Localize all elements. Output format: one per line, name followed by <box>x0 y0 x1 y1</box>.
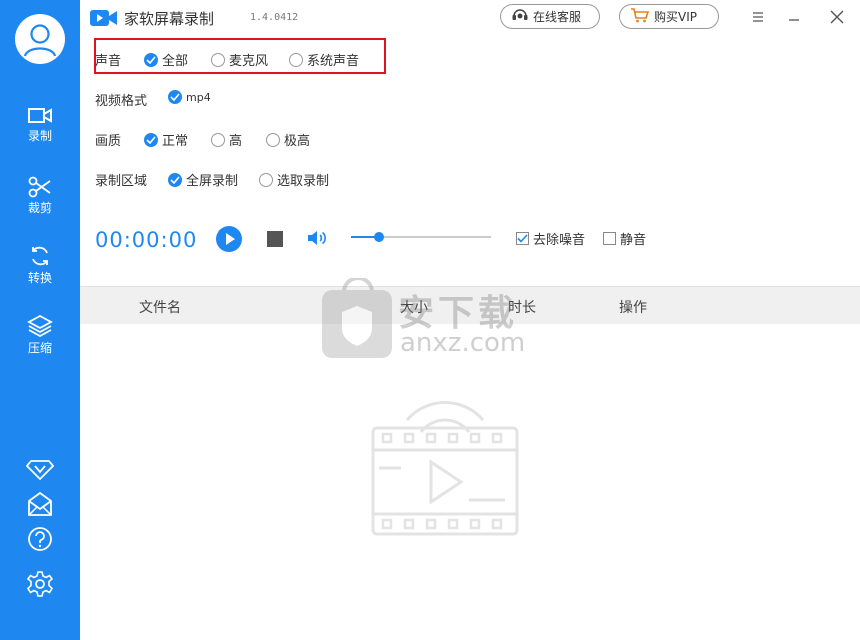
quality-label: 画质 <box>95 134 122 149</box>
buy-vip-label: 购买VIP <box>654 10 697 24</box>
denoise-label: 去除噪音 <box>533 233 586 248</box>
gear-icon[interactable] <box>26 570 54 598</box>
empty-video-icon <box>371 401 519 536</box>
mail-icon[interactable] <box>26 490 54 518</box>
column-header-filename[interactable]: 文件名 <box>139 297 181 317</box>
sidebar-item-label: 压缩 <box>27 341 52 355</box>
radio-checked-icon <box>144 132 158 147</box>
sidebar-item-label: 裁剪 <box>27 201 52 215</box>
volume-slider-thumb[interactable] <box>374 232 384 242</box>
app-logo-icon <box>90 9 118 27</box>
sidebar-item-convert[interactable]: 转换 <box>0 244 80 304</box>
play-icon <box>216 233 242 256</box>
watermark-domain: anxz.com <box>400 328 526 358</box>
option-label: 系统声音 <box>307 54 360 69</box>
quality-option-high[interactable]: 高 <box>211 130 242 149</box>
audio-option-all[interactable]: 全部 <box>144 50 188 69</box>
headset-icon <box>511 7 533 26</box>
online-service-label: 在线客服 <box>533 10 582 24</box>
column-header-actions[interactable]: 操作 <box>619 297 647 317</box>
option-label: 全屏录制 <box>186 174 239 189</box>
audio-label: 声音 <box>95 54 122 69</box>
layers-icon <box>0 314 80 338</box>
option-label: 极高 <box>284 134 311 149</box>
radio-checked-icon <box>144 52 158 67</box>
cart-icon <box>630 7 654 26</box>
option-label: 全部 <box>162 54 189 69</box>
region-option-select[interactable]: 选取录制 <box>259 170 329 189</box>
sidebar-item-trim[interactable]: 裁剪 <box>0 176 80 236</box>
option-label: 正常 <box>162 134 189 149</box>
volume-icon[interactable] <box>306 228 328 248</box>
play-button[interactable] <box>216 226 242 252</box>
online-service-button[interactable]: 在线客服 <box>500 4 600 29</box>
help-icon[interactable] <box>26 525 54 553</box>
sidebar-item-compress[interactable]: 压缩 <box>0 314 80 374</box>
menu-icon[interactable] <box>746 6 770 28</box>
option-label: 高 <box>229 134 243 149</box>
minimize-icon[interactable] <box>782 6 806 28</box>
checkbox-checked-icon <box>516 232 529 245</box>
audio-option-system[interactable]: 系统声音 <box>289 50 359 69</box>
quality-option-normal[interactable]: 正常 <box>144 130 188 149</box>
audio-option-mic[interactable]: 麦克风 <box>211 50 268 69</box>
option-label: 麦克风 <box>229 54 269 69</box>
sidebar-item-record[interactable]: 录制 <box>0 106 80 166</box>
avatar[interactable] <box>15 14 65 64</box>
record-timer: 00:00:00 <box>95 228 198 252</box>
format-label: 视频格式 <box>95 94 148 109</box>
mute-label: 静音 <box>620 233 647 248</box>
radio-icon <box>211 132 225 147</box>
radio-checked-icon <box>168 172 182 187</box>
buy-vip-button[interactable]: 购买VIP <box>619 4 719 29</box>
scissors-icon <box>0 176 80 198</box>
denoise-checkbox[interactable]: 去除噪音 <box>516 229 585 248</box>
empty-state-illustration <box>365 390 525 540</box>
app-title: 家软屏幕录制 <box>124 10 215 28</box>
mute-checkbox[interactable]: 静音 <box>603 229 646 248</box>
watermark: 安下载 anxz.com <box>322 276 542 360</box>
vip-diamond-icon[interactable] <box>25 455 55 483</box>
app-window: 录制 裁剪 转换 压缩 家软屏幕录制 1.4.0412 在线客服 购买VIP 声… <box>0 0 860 640</box>
radio-icon <box>289 52 303 67</box>
option-label: 选取录制 <box>277 174 330 189</box>
checkbox-icon <box>603 232 616 245</box>
app-version: 1.4.0412 <box>250 12 299 23</box>
convert-icon <box>0 244 80 268</box>
sidebar: 录制 裁剪 转换 压缩 <box>0 0 80 640</box>
radio-icon <box>211 52 225 67</box>
radio-icon <box>259 172 273 187</box>
video-camera-icon <box>0 106 80 126</box>
stop-button[interactable] <box>267 231 283 247</box>
region-option-fullscreen[interactable]: 全屏录制 <box>168 170 238 189</box>
radio-checked-icon <box>168 90 182 104</box>
format-option-mp4[interactable]: mp4 <box>168 90 211 104</box>
volume-slider[interactable] <box>351 232 491 242</box>
sidebar-item-label: 转换 <box>27 271 52 285</box>
radio-icon <box>266 132 280 147</box>
sidebar-item-label: 录制 <box>27 129 52 143</box>
title-bar: 家软屏幕录制 1.4.0412 在线客服 购买VIP <box>80 0 860 36</box>
region-label: 录制区域 <box>95 174 148 189</box>
option-label: mp4 <box>186 90 211 104</box>
close-icon[interactable] <box>825 6 849 28</box>
quality-option-ultra[interactable]: 极高 <box>266 130 310 149</box>
